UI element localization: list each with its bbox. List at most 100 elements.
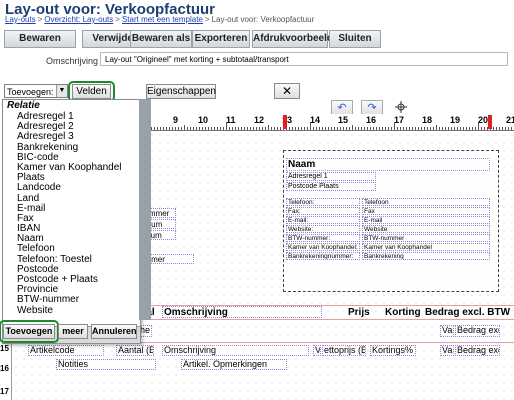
save-button[interactable]: Bewaren bbox=[4, 30, 76, 48]
ruler-tick bbox=[421, 127, 422, 130]
ruler-tick bbox=[292, 127, 293, 130]
address-value-field[interactable]: E-mail bbox=[362, 216, 490, 224]
crosshair-icon[interactable] bbox=[395, 101, 407, 113]
ruler-tick bbox=[154, 127, 155, 130]
field-box[interactable]: Val bbox=[313, 345, 321, 356]
toevoegen-button[interactable]: Toevoegen bbox=[3, 324, 55, 339]
ruler-tick bbox=[187, 127, 188, 130]
margin-marker[interactable] bbox=[283, 115, 287, 129]
ruler-tick bbox=[205, 127, 206, 130]
ruler-tick bbox=[466, 127, 467, 130]
print-preview-button[interactable]: Afdrukvoorbeeld bbox=[252, 30, 333, 48]
bedrag-field[interactable]: Bedrag exc. bbox=[455, 345, 500, 356]
ruler-tick bbox=[307, 127, 308, 130]
ruler-tick bbox=[445, 127, 446, 130]
dropdown-scrollbar[interactable] bbox=[139, 99, 151, 320]
ruler-tick bbox=[391, 127, 392, 130]
ruler-tick bbox=[256, 127, 257, 130]
field-box[interactable]: Val bbox=[440, 325, 454, 337]
save-as-button[interactable]: Bewaren als bbox=[130, 30, 192, 48]
ruler-tick bbox=[469, 127, 470, 130]
nettoprijs-field[interactable]: ettoprijs (E bbox=[322, 345, 366, 356]
ruler-tick bbox=[181, 127, 182, 130]
ruler-tick bbox=[454, 127, 455, 130]
close-icon[interactable]: ✕ bbox=[274, 83, 300, 99]
address-label-field[interactable]: E-mail: bbox=[286, 216, 360, 224]
ruler-tick bbox=[358, 127, 359, 130]
breadcrumb-layouts[interactable]: Lay-outs bbox=[5, 15, 36, 24]
ruler-tick bbox=[217, 127, 218, 130]
opmerkingen-field[interactable]: Artikel. Opmerkingen bbox=[181, 359, 287, 370]
adresregel-field[interactable]: Adresregel 1 bbox=[286, 172, 376, 181]
annuleren-button[interactable]: Annuleren bbox=[91, 324, 137, 339]
field-box[interactable]: Val bbox=[440, 345, 454, 356]
margin-marker[interactable] bbox=[488, 115, 492, 129]
kortings-field[interactable]: Kortings% bbox=[370, 345, 416, 356]
notities-field[interactable]: Notities bbox=[56, 359, 156, 370]
address-label-field[interactable]: Bankrekeningnummer: bbox=[286, 252, 360, 260]
ruler-tick bbox=[424, 127, 425, 130]
header-bedrag[interactable]: Bedrag excl. BTW bbox=[425, 307, 510, 318]
eigenschappen-button[interactable]: Eigenschappen bbox=[146, 84, 216, 99]
ruler-number: 9 bbox=[173, 115, 179, 125]
ruler-tick bbox=[325, 127, 326, 130]
export-button[interactable]: Exporteren bbox=[192, 30, 250, 48]
ruler-tick bbox=[193, 127, 194, 130]
omschrijving-field[interactable]: Omschrijving bbox=[162, 345, 309, 356]
ruler-tick bbox=[322, 127, 323, 130]
ruler-tick bbox=[238, 127, 239, 130]
ruler-tick bbox=[241, 127, 242, 130]
aantal-field[interactable]: Aantal (E bbox=[116, 345, 154, 356]
ruler-tick bbox=[415, 127, 416, 130]
header-korting[interactable]: Korting bbox=[385, 307, 421, 318]
dropdown-item[interactable]: Landcode bbox=[3, 183, 140, 193]
ruler-tick bbox=[289, 127, 290, 130]
ruler-tick bbox=[196, 127, 197, 130]
address-value-field[interactable]: Kamer van Koophandel bbox=[362, 243, 490, 251]
ruler-tick bbox=[208, 127, 209, 130]
address-label-field[interactable]: Website: bbox=[286, 225, 360, 233]
artikelcode-field[interactable]: Artikelcode bbox=[28, 345, 104, 356]
field-box[interactable]: Bedrag exc bbox=[455, 325, 500, 337]
ruler-tick bbox=[277, 127, 278, 130]
close-button[interactable]: Sluiten bbox=[329, 30, 381, 48]
meer-button[interactable]: meer bbox=[58, 324, 88, 339]
address-label-field[interactable]: Kamer van Koophandel: bbox=[286, 243, 360, 251]
description-input[interactable]: Lay-out "Origineel" met korting + subtot… bbox=[100, 52, 508, 66]
breadcrumb-overzicht[interactable]: Overzicht: Lay-outs bbox=[44, 15, 113, 24]
ruler-tick bbox=[463, 127, 464, 130]
ruler-tick bbox=[304, 127, 305, 130]
ruler-tick bbox=[202, 127, 203, 130]
address-value-field[interactable]: Website bbox=[362, 225, 490, 233]
ruler-tick bbox=[274, 127, 275, 130]
add-element-select[interactable]: Toevoegen: .... ▼ bbox=[4, 84, 68, 98]
ruler-tick bbox=[169, 127, 170, 130]
ruler-number: 16 bbox=[0, 364, 9, 373]
ruler-number: 11 bbox=[226, 115, 236, 125]
naam-field[interactable]: Naam bbox=[286, 158, 490, 171]
velden-button[interactable]: Velden bbox=[72, 84, 111, 99]
ruler-tick bbox=[268, 125, 269, 130]
postcode-field[interactable]: Postcode Plaats bbox=[286, 182, 376, 191]
address-label-field[interactable]: Telefoon: bbox=[286, 198, 360, 206]
ruler-tick bbox=[448, 127, 449, 130]
address-label-field[interactable]: Fax: bbox=[286, 207, 360, 215]
ruler-tick bbox=[280, 127, 281, 130]
ruler-tick bbox=[397, 127, 398, 130]
address-value-field[interactable]: Fax bbox=[362, 207, 490, 215]
ruler-tick bbox=[343, 127, 344, 130]
ruler-tick bbox=[184, 125, 185, 130]
fields-dropdown: Relatie Adresregel 1 Adresregel 2 Adresreg… bbox=[2, 99, 141, 344]
address-label-field[interactable]: BTW-nummer: bbox=[286, 234, 360, 242]
header-prijs[interactable]: Prijs bbox=[348, 307, 370, 318]
ruler-tick bbox=[442, 127, 443, 130]
address-value-field[interactable]: BTW-nummer bbox=[362, 234, 490, 242]
address-value-field[interactable]: Telefoon bbox=[362, 198, 490, 206]
ruler-tick bbox=[334, 127, 335, 130]
breadcrumb-template[interactable]: Start met een template bbox=[122, 15, 203, 24]
ruler-tick bbox=[412, 127, 413, 130]
header-omschrijving[interactable]: Omschrijving bbox=[162, 306, 322, 318]
ruler-tick bbox=[394, 122, 395, 130]
address-value-field[interactable]: Bankrekening bbox=[362, 252, 490, 260]
dropdown-item[interactable]: Website bbox=[3, 305, 140, 316]
